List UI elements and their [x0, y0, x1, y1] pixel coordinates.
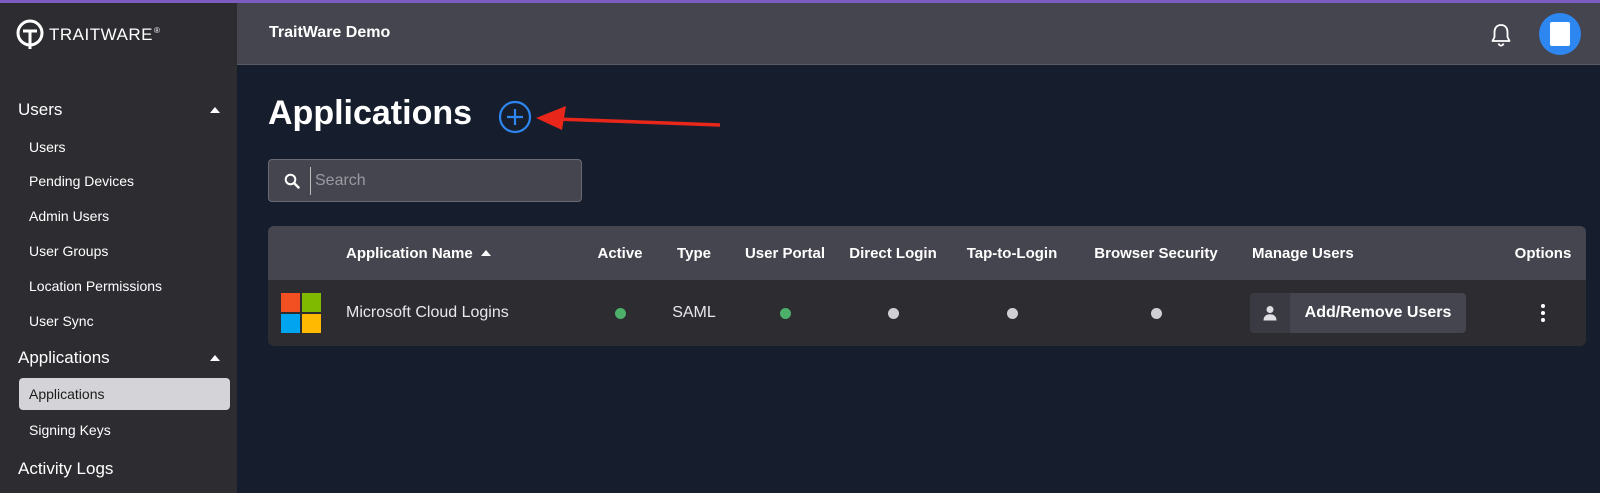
brand-name: TRAITWARE®	[49, 25, 161, 44]
sidebar-item-user-sync[interactable]: User Sync	[19, 305, 230, 337]
sidebar-item-users[interactable]: Users	[19, 131, 230, 163]
microsoft-logo	[281, 280, 321, 346]
brand-logo[interactable]: TRAITWARE®	[15, 17, 160, 53]
top-header: TraitWare Demo	[237, 3, 1600, 65]
sidebar: TRAITWARE® Users Users Pending Devices A…	[0, 3, 237, 493]
column-header-user-portal: User Portal	[744, 244, 826, 262]
sidebar-item-label: Users	[29, 139, 66, 155]
tap-to-login-status-dot	[955, 280, 1069, 346]
bell-icon[interactable]	[1489, 22, 1513, 48]
sidebar-item-label: User Sync	[29, 313, 94, 329]
application-name[interactable]: Microsoft Cloud Logins	[346, 280, 509, 346]
sidebar-item-label: Pending Devices	[29, 173, 135, 189]
search-input[interactable]	[310, 166, 570, 195]
sidebar-item-label: User Groups	[29, 243, 109, 259]
sidebar-section-activity-logs[interactable]: Activity Logs	[18, 459, 224, 479]
sidebar-item-pending-devices[interactable]: Pending Devices	[19, 165, 230, 197]
applications-table: Application Name Active Type User Portal…	[268, 226, 1586, 346]
direct-login-status-dot	[841, 280, 945, 346]
sidebar-item-applications[interactable]: Applications	[19, 378, 230, 410]
user-icon	[1250, 293, 1290, 333]
column-header-label: Application Name	[346, 244, 473, 262]
logo-square-green	[302, 293, 321, 312]
column-header-type: Type	[677, 244, 711, 262]
application-type: SAML	[672, 304, 716, 321]
sidebar-item-user-groups[interactable]: User Groups	[19, 235, 230, 267]
sidebar-item-label: Admin Users	[29, 208, 110, 224]
search-icon	[284, 173, 300, 189]
column-header-active: Active	[597, 244, 643, 262]
sidebar-item-label: Applications	[29, 386, 105, 402]
user-portal-status-dot	[731, 280, 839, 346]
page-title: Applications	[268, 94, 473, 132]
traitware-logo-icon	[16, 19, 44, 49]
caret-up-icon	[210, 355, 220, 361]
annotation-arrow-icon	[536, 106, 720, 130]
sidebar-item-admin-users[interactable]: Admin Users	[19, 200, 230, 232]
logo-square-red	[281, 293, 300, 312]
sidebar-item-label: Location Permissions	[29, 278, 163, 294]
sidebar-section-label: Applications	[18, 348, 110, 367]
column-header-tap-to-login: Tap-to-Login	[966, 244, 1058, 262]
browser-security-status-dot	[1082, 280, 1230, 346]
column-header-browser-security: Browser Security	[1094, 244, 1218, 262]
sort-ascending-icon	[480, 250, 491, 256]
sidebar-item-label: Signing Keys	[29, 422, 111, 438]
table-header: Application Name Active Type User Portal…	[268, 226, 1586, 280]
logo-square-yellow	[302, 314, 321, 333]
add-remove-users-button[interactable]: Add/Remove Users	[1250, 293, 1466, 333]
search-bar	[268, 159, 582, 202]
sidebar-section-applications[interactable]: Applications	[18, 348, 224, 368]
table-row[interactable]: Microsoft Cloud Logins SAML Add/Remove U…	[268, 280, 1586, 346]
column-header-direct-login: Direct Login	[849, 244, 937, 262]
column-header-application-name[interactable]: Application Name	[346, 226, 491, 280]
kebab-menu-icon[interactable]	[1537, 300, 1549, 326]
column-header-options: Options	[1514, 244, 1572, 262]
logo-square-blue	[281, 314, 300, 333]
plus-circle-icon[interactable]	[498, 100, 532, 134]
options-cell	[1508, 280, 1578, 346]
sidebar-section-label: Activity Logs	[18, 459, 114, 478]
active-status-dot	[590, 280, 650, 346]
sidebar-section-users[interactable]: Users	[18, 100, 224, 120]
user-avatar[interactable]	[1539, 13, 1581, 55]
org-title: TraitWare Demo	[269, 24, 391, 41]
sidebar-item-signing-keys[interactable]: Signing Keys	[19, 414, 230, 446]
add-remove-users-label: Add/Remove Users	[1304, 304, 1452, 321]
sidebar-item-location-permissions[interactable]: Location Permissions	[19, 270, 230, 302]
column-header-manage-users: Manage Users	[1252, 244, 1354, 262]
sidebar-section-label: Users	[18, 100, 63, 119]
avatar-image	[1550, 22, 1570, 46]
caret-up-icon	[210, 107, 220, 113]
manage-users-cell: Add/Remove Users	[1250, 280, 1466, 346]
